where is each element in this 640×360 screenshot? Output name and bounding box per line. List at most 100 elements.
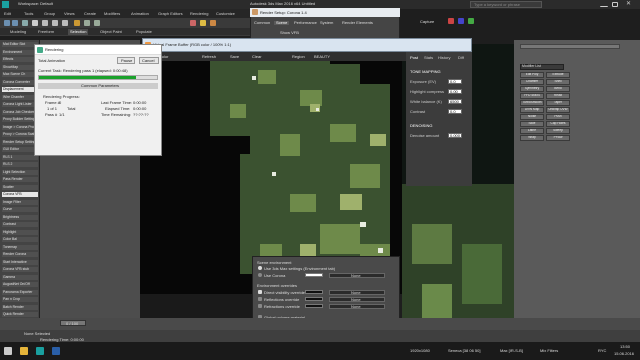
render-setup-tab-common[interactable]: Common xyxy=(254,21,270,25)
language-indicator[interactable]: RYC xyxy=(598,349,606,353)
script-button[interactable]: Wire Chamfer xyxy=(2,94,38,100)
align-icon[interactable] xyxy=(94,20,100,26)
script-button[interactable]: Mat Editor Slot xyxy=(2,42,38,48)
render-setup-tab-scene[interactable]: Scene xyxy=(274,21,290,25)
fb-tab-diff[interactable]: Diff xyxy=(458,56,464,60)
script-button[interactable]: GUI Editor xyxy=(2,147,38,153)
script-button[interactable]: Corona Light Lister xyxy=(2,102,38,108)
task-label[interactable]: Seneca [38 06 50] xyxy=(448,349,480,353)
modifier-button[interactable]: Noise xyxy=(520,114,544,120)
tab-modeling[interactable]: Modeling xyxy=(10,30,26,34)
redo-icon[interactable] xyxy=(12,20,18,26)
script-button[interactable]: Panorama Exporter xyxy=(2,289,38,295)
use-corona-radio[interactable] xyxy=(258,273,262,277)
task-3dsmax-icon[interactable] xyxy=(36,347,44,355)
modifier-button[interactable]: UVW Map xyxy=(520,107,544,113)
modifier-button[interactable]: PFlow xyxy=(546,135,570,141)
script-button[interactable]: Image Filter xyxy=(2,199,38,205)
task-explorer-icon[interactable] xyxy=(20,347,28,355)
tab-populate[interactable]: Populate xyxy=(136,30,152,34)
modifier-button[interactable]: Push xyxy=(546,114,570,120)
modifier-button[interactable]: Wrap xyxy=(520,135,544,141)
fb-refresh-button[interactable]: Refresh xyxy=(202,55,216,59)
modifier-button[interactable]: Taper xyxy=(546,100,570,106)
undo-icon[interactable] xyxy=(4,20,10,26)
modifier-button[interactable]: Lathe xyxy=(520,128,544,134)
capture-dropdown[interactable]: Capture xyxy=(420,20,434,24)
script-button[interactable]: RLS 2 xyxy=(2,162,38,168)
reflections-color[interactable] xyxy=(305,297,323,301)
modifier-button[interactable]: Symmetry xyxy=(520,86,544,92)
script-button[interactable]: Tonemap xyxy=(2,244,38,250)
script-button[interactable]: Quick Render xyxy=(2,312,38,318)
script-button[interactable]: Render Corona xyxy=(2,252,38,258)
modifier-button[interactable]: Unwrap UVW xyxy=(546,107,570,113)
menu-item[interactable]: Graph Editors xyxy=(158,12,183,16)
script-button[interactable]: RLS 1 xyxy=(2,154,38,160)
fb-region-button[interactable]: Region xyxy=(292,55,305,59)
rotate-icon[interactable] xyxy=(52,20,58,26)
axis-x-icon[interactable] xyxy=(448,18,454,24)
script-button[interactable]: Displacement xyxy=(2,87,38,93)
fb-clear-button[interactable]: Clear xyxy=(252,55,262,59)
script-button[interactable]: Proxy > Corona Scatter xyxy=(2,132,38,138)
script-button[interactable]: Color Bal xyxy=(2,237,38,243)
timeline[interactable]: 0 / 100 xyxy=(0,318,640,330)
script-button[interactable]: Render Setup Settings xyxy=(2,139,38,145)
render-setup-tab-performance[interactable]: Performance xyxy=(294,21,317,25)
script-button[interactable]: Light Selection xyxy=(2,169,38,175)
script-button[interactable]: Corona Converter xyxy=(2,79,38,85)
script-button[interactable]: Corona Job Checker xyxy=(2,109,38,115)
task-photoshop-icon[interactable] xyxy=(52,347,60,355)
script-button[interactable]: Contrast xyxy=(2,222,38,228)
modifier-button[interactable]: Edit Poly xyxy=(520,72,544,78)
task-label[interactable]: Mix Filters xyxy=(540,349,558,353)
scale-icon[interactable] xyxy=(62,20,68,26)
modifier-button[interactable]: Chamfer xyxy=(520,79,544,85)
menu-item[interactable]: Customize xyxy=(216,12,235,16)
script-button[interactable]: Curve xyxy=(2,207,38,213)
task-label[interactable]: Max [IR-S-B] xyxy=(500,349,523,353)
link-icon[interactable] xyxy=(22,20,28,26)
maximize-icon[interactable] xyxy=(612,2,618,7)
close-icon[interactable]: ✕ xyxy=(626,1,631,7)
render-setup-icon[interactable] xyxy=(200,20,206,26)
script-button[interactable]: AugustNet On/Off xyxy=(2,282,38,288)
mirror-icon[interactable] xyxy=(84,20,90,26)
use-max-radio[interactable] xyxy=(258,266,262,270)
fb-tab-history[interactable]: History xyxy=(438,56,450,60)
move-icon[interactable] xyxy=(42,20,48,26)
select-icon[interactable] xyxy=(32,20,38,26)
script-button[interactable]: Environment xyxy=(2,49,38,55)
render-setup-tab-elements[interactable]: Render Elements xyxy=(342,21,373,25)
material-editor-icon[interactable] xyxy=(190,20,196,26)
menu-item[interactable]: Create xyxy=(84,12,96,16)
menu-item[interactable]: Group xyxy=(44,12,55,16)
script-button[interactable]: Image > Corona Proxy xyxy=(2,124,38,130)
modifier-button[interactable]: FFD 4x4x4 xyxy=(520,93,544,99)
modifier-button[interactable]: Sweep xyxy=(546,128,570,134)
modifier-button[interactable]: Relax xyxy=(546,93,570,99)
render-setup-tab-system[interactable]: System xyxy=(320,21,333,25)
script-button[interactable]: Scatter xyxy=(2,184,38,190)
menu-item[interactable]: Animation xyxy=(131,12,149,16)
fb-save-button[interactable]: Save xyxy=(230,55,239,59)
render-icon[interactable] xyxy=(210,20,216,26)
fb-pass-select[interactable]: BEAUTY xyxy=(314,55,330,59)
show-vfb-button[interactable]: Show VFB xyxy=(280,31,299,35)
menu-item[interactable]: Edit xyxy=(4,12,11,16)
object-name-field[interactable] xyxy=(520,44,620,49)
script-button[interactable]: Effects xyxy=(2,57,38,63)
axis-y-icon[interactable] xyxy=(458,18,464,24)
refractions-color[interactable] xyxy=(305,304,323,308)
corona-env-color[interactable] xyxy=(305,273,323,277)
modifier-button[interactable]: Shell xyxy=(546,79,570,85)
modifier-button[interactable]: Slice xyxy=(520,121,544,127)
refractions-checkbox[interactable] xyxy=(258,304,262,308)
modifier-button[interactable]: Cap Holes xyxy=(546,121,570,127)
tab-object-paint[interactable]: Object Paint xyxy=(100,30,122,34)
script-button[interactable]: Gamma xyxy=(2,274,38,280)
minimize-icon[interactable] xyxy=(600,2,608,7)
menu-item[interactable]: Rendering xyxy=(190,12,208,16)
axis-z-icon[interactable] xyxy=(468,18,474,24)
